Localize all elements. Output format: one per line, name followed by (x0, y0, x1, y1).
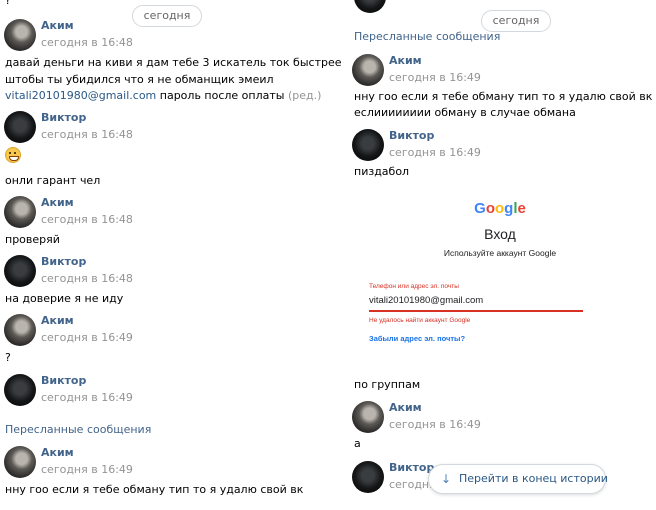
author-name[interactable]: Аким (41, 314, 74, 327)
laughing-emoji-icon (5, 147, 21, 163)
google-logo: Google (366, 200, 634, 217)
message-text: нну гоо если я тебе обману тип то я удал… (354, 90, 653, 103)
avatar[interactable] (352, 461, 384, 493)
message-time[interactable]: сегодня в 16:49 (389, 146, 481, 159)
avatar[interactable] (352, 129, 384, 161)
chat-column-left: ? сегодня Аким сегодня в 16:48 давай ден… (0, 0, 348, 510)
author-name[interactable]: Аким (389, 401, 422, 414)
avatar[interactable] (352, 54, 384, 86)
avatar[interactable] (4, 374, 36, 406)
avatar[interactable] (4, 111, 36, 143)
avatar[interactable] (352, 401, 384, 433)
google-logo-letter: e (517, 200, 526, 217)
message-text: ? (5, 0, 11, 7)
author-name[interactable]: Аким (389, 54, 422, 67)
email-link[interactable]: vitali20101980@gmail.com (5, 89, 156, 102)
google-logo-letter: G (474, 200, 486, 217)
email-field-label: Телефон или адрес эл. почты (369, 283, 459, 290)
author-name[interactable]: Виктор (389, 129, 434, 142)
message-time[interactable]: сегодня в 16:49 (389, 418, 481, 431)
message-time[interactable]: сегодня в 16:49 (41, 391, 133, 404)
forgot-email-link: Забыли адрес эл. почты? (369, 334, 466, 343)
forwarded-messages-label[interactable]: Пересланные сообщения (5, 423, 151, 436)
avatar[interactable] (4, 255, 36, 287)
message-text: нну гоо если я тебе обману тип то я удал… (5, 483, 304, 496)
go-to-end-label: Перейти в конец истории (459, 472, 608, 485)
go-to-end-button[interactable]: ↓ Перейти в конец истории (428, 464, 608, 494)
author-name[interactable]: Виктор (41, 111, 86, 124)
message-time[interactable]: сегодня в 16:49 (41, 331, 133, 344)
message-time[interactable]: сегодня в 16:48 (41, 272, 133, 285)
author-name[interactable]: Аким (41, 196, 74, 209)
message-text: давай деньги на киви я дам тебе 3 искате… (5, 56, 342, 69)
edited-label: (ред.) (287, 89, 322, 102)
author-name[interactable]: Виктор (389, 461, 434, 474)
avatar[interactable] (4, 314, 36, 346)
message-text: а (354, 437, 361, 450)
signin-title: Вход (484, 226, 516, 242)
message-time[interactable]: сегодня в 16:48 (41, 213, 133, 226)
message-time[interactable]: сегодня в 16:48 (41, 128, 133, 141)
attached-image-google-signin[interactable]: Google Вход Используйте аккаунт Google Т… (366, 192, 634, 352)
date-pill: сегодня (132, 5, 202, 27)
message-text: еслииииииии обману в случае обмана (354, 106, 576, 119)
google-logo-letter: g (504, 200, 514, 217)
message-time[interactable]: сегодня в 16:49 (41, 463, 133, 476)
author-name[interactable]: Аким (41, 19, 74, 32)
chat-column-right: сегодня Пересланные сообщения Аким сегод… (348, 0, 656, 510)
avatar[interactable] (4, 196, 36, 228)
google-logo-letter: o (485, 200, 495, 217)
avatar[interactable] (354, 0, 386, 13)
message-text: по группам (354, 378, 421, 391)
date-pill: сегодня (481, 10, 551, 32)
arrow-down-icon: ↓ (441, 472, 452, 486)
google-logo-letter: o (494, 200, 505, 217)
author-name[interactable]: Виктор (41, 255, 86, 268)
message-text: штобы ты убидился что я не обманщик эмеи… (5, 73, 274, 86)
error-message: Не удалось найти аккаунт Google (369, 317, 471, 324)
message-text: ? (5, 351, 11, 364)
message-text: проверяй (5, 233, 60, 246)
message-time[interactable]: сегодня в 16:48 (41, 36, 133, 49)
avatar[interactable] (4, 19, 36, 51)
message-text-line: vitali20101980@gmail.com пароль после оп… (5, 87, 321, 104)
message-text: онли гарант чел (5, 174, 101, 187)
message-text: пароль после оплаты (156, 89, 288, 102)
author-name[interactable]: Аким (41, 446, 74, 459)
message-text: на доверие я не иду (5, 292, 124, 305)
avatar[interactable] (4, 446, 36, 478)
message-text: пиздабол (354, 165, 410, 178)
signin-subtitle: Используйте аккаунт Google (443, 248, 557, 258)
forwarded-messages-label[interactable]: Пересланные сообщения (354, 30, 500, 43)
message-time[interactable]: сегодня в 16:49 (389, 71, 481, 84)
author-name[interactable]: Виктор (41, 374, 86, 387)
email-field-value: vitali20101980@gmail.com (369, 295, 484, 306)
email-field-underline (369, 310, 583, 312)
